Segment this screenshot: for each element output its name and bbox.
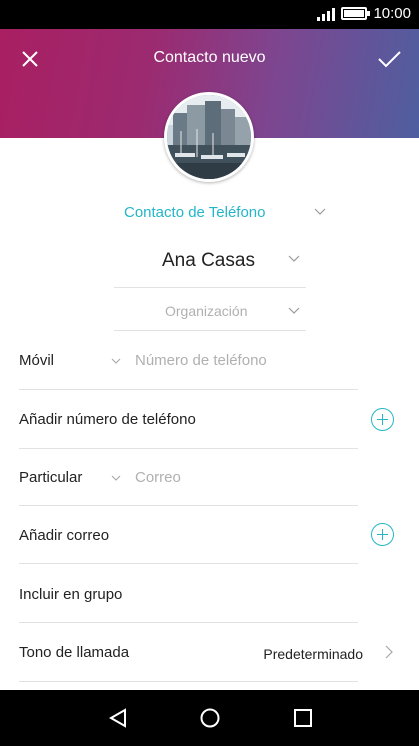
add-phone-label: Añadir número de teléfono (19, 411, 196, 428)
chevron-down-icon (314, 208, 326, 215)
divider (19, 681, 358, 682)
contact-photo-image (167, 95, 251, 179)
checkmark-icon (378, 51, 401, 68)
recents-square-icon[interactable] (292, 707, 314, 729)
battery-icon (341, 7, 371, 20)
email-row: Particular Correo (0, 449, 419, 506)
screen: 10:00 Contacto nuevo Contacto de Teléfon… (0, 0, 419, 746)
home-circle-icon[interactable] (199, 707, 221, 729)
contact-photo[interactable] (164, 92, 254, 182)
add-email-label: Añadir correo (19, 527, 110, 544)
status-icons: 10:00 (317, 5, 411, 22)
phone-input[interactable]: Número de teléfono (135, 352, 267, 369)
name-value: Ana Casas (162, 250, 255, 271)
ringtone-row[interactable]: Tono de llamada Predeterminado (0, 623, 419, 682)
account-label: Contacto de Teléfono (124, 204, 266, 221)
chevron-down-icon[interactable] (111, 358, 121, 365)
organization-field[interactable]: Organización (114, 289, 306, 331)
account-selector[interactable]: Contacto de Teléfono (0, 202, 419, 224)
ringtone-value: Predeterminado (263, 646, 363, 662)
phone-type-label[interactable]: Móvil (19, 352, 54, 369)
signal-icon (317, 7, 336, 21)
email-type-label[interactable]: Particular (19, 469, 82, 486)
group-label: Incluir en grupo (19, 586, 123, 603)
organization-placeholder: Organización (165, 303, 248, 319)
name-field[interactable]: Ana Casas (114, 247, 306, 288)
chevron-down-icon[interactable] (288, 255, 300, 263)
status-bar: 10:00 (0, 0, 419, 29)
ringtone-label: Tono de llamada (19, 644, 130, 661)
status-time: 10:00 (373, 5, 411, 22)
navigation-bar (0, 690, 419, 746)
back-triangle-icon[interactable] (107, 707, 129, 729)
chevron-right-icon (385, 645, 393, 659)
add-phone-icon[interactable] (371, 408, 394, 431)
add-email-row[interactable]: Añadir correo (0, 506, 419, 564)
save-button[interactable] (373, 43, 405, 75)
group-row[interactable]: Incluir en grupo (0, 564, 419, 623)
chevron-down-icon[interactable] (111, 475, 121, 482)
add-phone-row[interactable]: Añadir número de teléfono (0, 390, 419, 449)
phone-row: Móvil Número de teléfono (0, 332, 419, 390)
add-email-icon[interactable] (371, 523, 394, 546)
chevron-down-icon[interactable] (288, 307, 300, 315)
email-input[interactable]: Correo (135, 469, 181, 486)
page-title: Contacto nuevo (153, 49, 266, 66)
